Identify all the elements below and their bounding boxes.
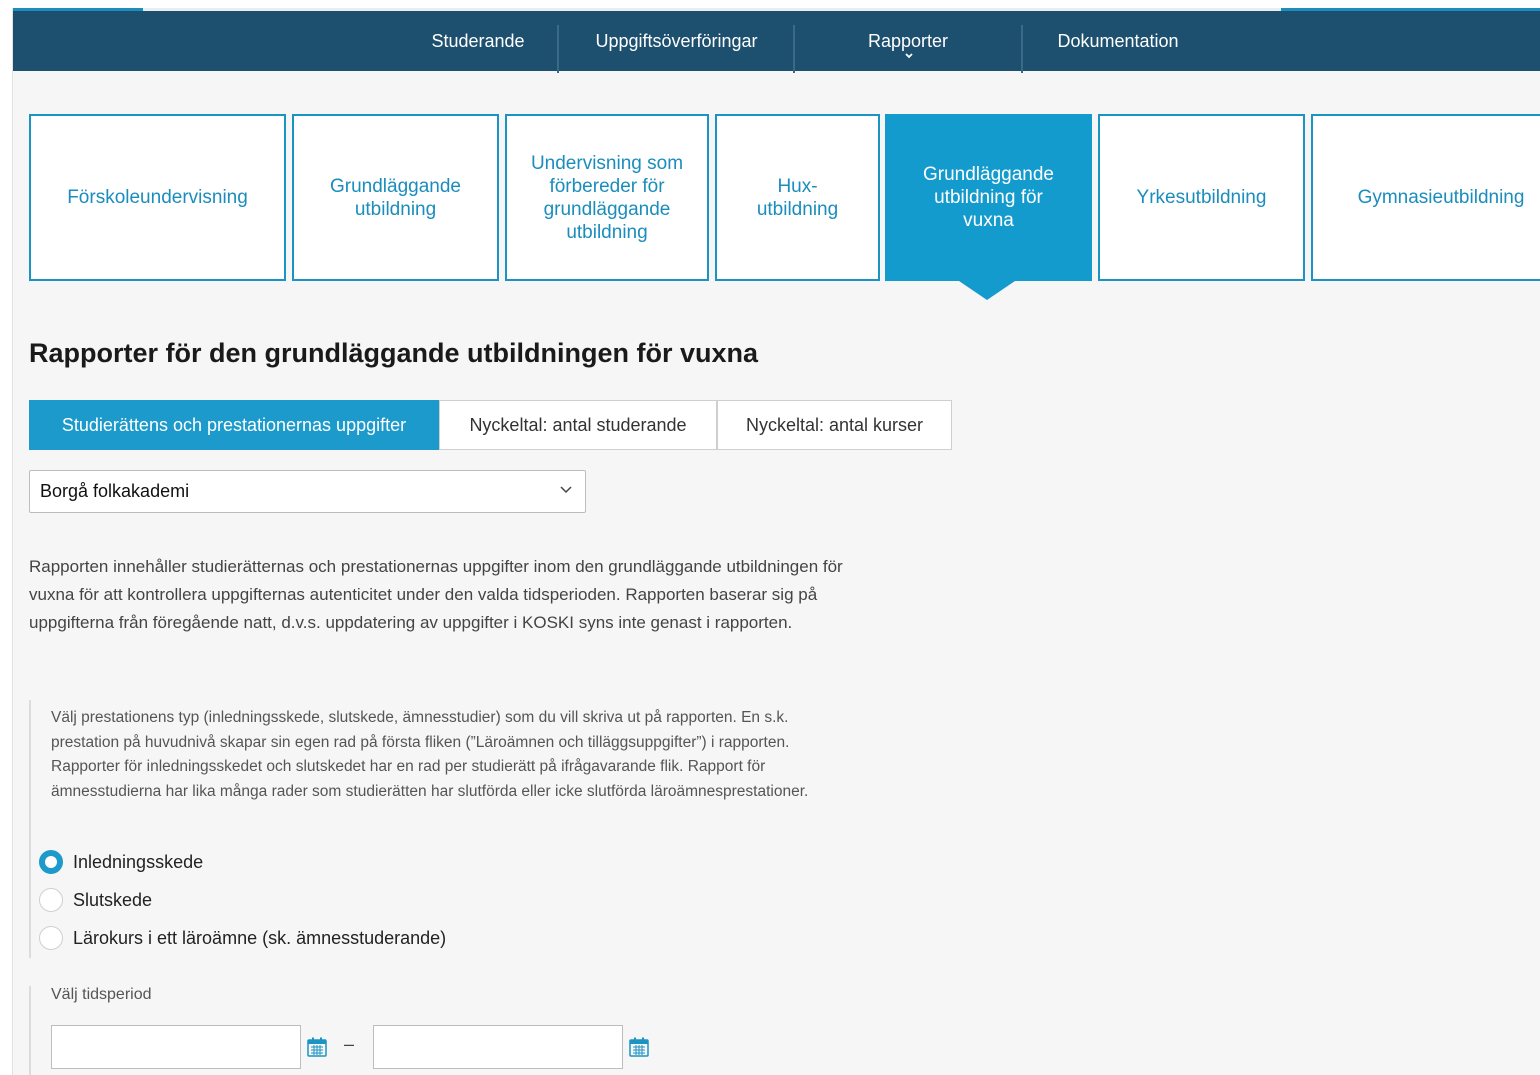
tab-nyckeltal-kurser[interactable]: Nyckeltal: antal kurser [717, 400, 952, 450]
tab-nyckeltal-studerande[interactable]: Nyckeltal: antal studerande [439, 400, 717, 450]
radio-lärokurs[interactable]: Lärokurs i ett läroämne (sk. ämnesstuder… [39, 925, 446, 951]
organization-select-value: Borgå folkakademi [40, 481, 190, 501]
nav-item-studerande[interactable]: Studerande [413, 11, 543, 71]
radio-button-checked[interactable] [39, 850, 63, 874]
edu-tab-forskoleundervisning[interactable]: Förskoleundervisning [29, 114, 286, 281]
radio-inledningsskede[interactable]: Inledningsskede [39, 849, 203, 875]
chevron-down-icon [905, 53, 913, 59]
radio-button[interactable] [39, 888, 63, 912]
prestation-type-group: Välj prestationens typ (inledningsskede,… [29, 700, 829, 958]
edu-tab-hux[interactable]: Hux-utbildning [715, 114, 880, 281]
radio-slutskede[interactable]: Slutskede [39, 887, 152, 913]
edu-tab-vuxna[interactable]: Grundläggande utbildning för vuxna [885, 114, 1092, 281]
edu-tab-grundlaggande-utbildning[interactable]: Grundläggande utbildning [292, 114, 499, 281]
organization-select[interactable]: Borgå folkakademi [29, 470, 586, 513]
calendar-icon[interactable] [629, 1037, 649, 1057]
date-separator: – [344, 1034, 355, 1054]
top-navigation: Studerande Uppgiftsöverföringar Rapporte… [13, 8, 1540, 73]
edu-tab-gymnasieutbildning[interactable]: Gymnasieutbildning [1311, 114, 1540, 281]
report-description: Rapporten innehåller studierätternas och… [29, 557, 843, 632]
radio-label: Lärokurs i ett läroämne (sk. ämnesstuder… [73, 927, 447, 948]
start-date-input[interactable] [51, 1025, 301, 1069]
period-label: Välj tidsperiod [51, 986, 152, 1003]
active-tab-indicator [959, 281, 1015, 300]
radio-button[interactable] [39, 926, 63, 950]
edu-tab-yrkesutbildning[interactable]: Yrkesutbildning [1098, 114, 1305, 281]
nav-item-dokumentation[interactable]: Dokumentation [1043, 11, 1193, 71]
calendar-icon[interactable] [307, 1037, 327, 1057]
radio-label: Slutskede [73, 889, 153, 910]
nav-separator [1021, 25, 1023, 73]
edu-tab-forberedande[interactable]: Undervisning som förbereder för grundläg… [505, 114, 709, 281]
end-date-input[interactable] [373, 1025, 623, 1069]
nav-separator [793, 25, 795, 73]
nav-item-uppgiftsoverforingar[interactable]: Uppgiftsöverföringar [569, 11, 784, 71]
page-title: Rapporter för den grundläggande utbildni… [29, 338, 758, 368]
nav-separator [557, 25, 559, 73]
chevron-down-icon [560, 486, 572, 494]
page-frame: Studerande Uppgiftsöverföringar Rapporte… [12, 8, 1540, 1075]
tab-studierattens-uppgifter[interactable]: Studierättens och prestationernas uppgif… [29, 400, 439, 450]
nav-item-rapporter[interactable]: Rapporter [843, 11, 973, 71]
radio-label: Inledningsskede [73, 851, 204, 872]
prestation-help-text: Välj prestationens typ (inledningsskede,… [51, 709, 809, 800]
